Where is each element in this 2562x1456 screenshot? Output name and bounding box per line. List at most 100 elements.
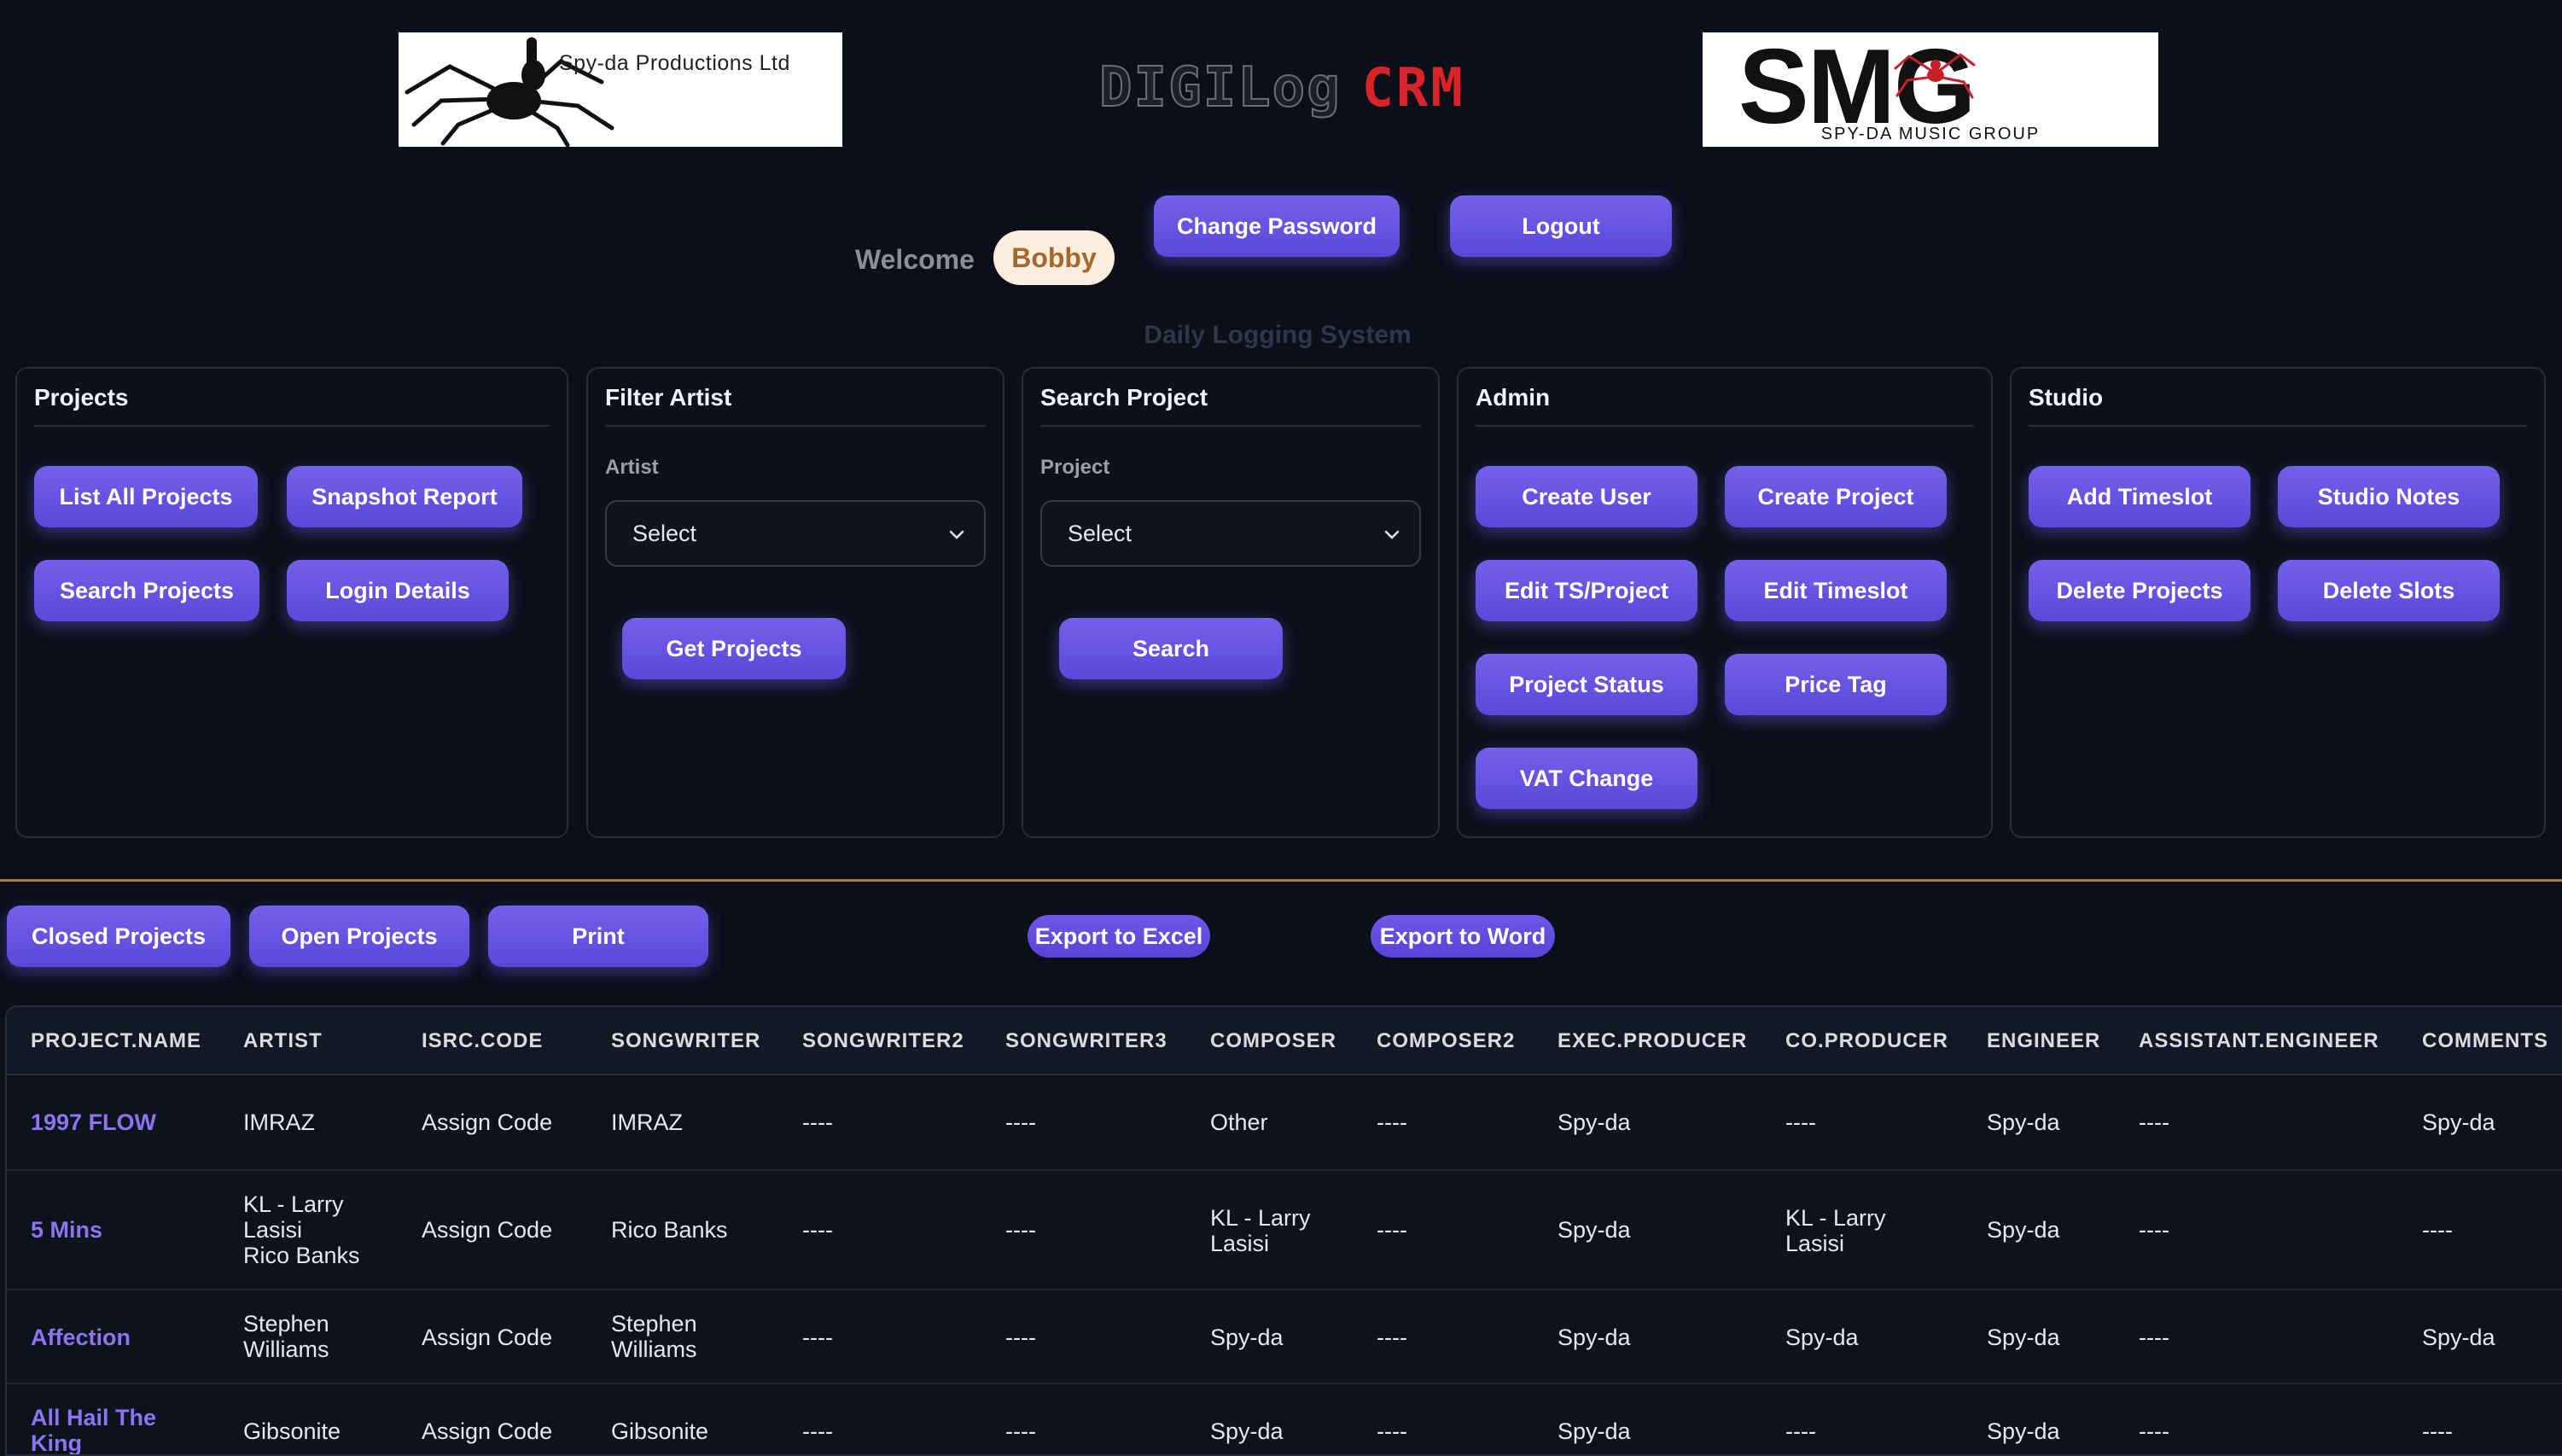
project-status-button[interactable]: Project Status [1476,654,1697,715]
open-projects-button[interactable]: Open Projects [249,906,469,967]
assistant-engineer-cell: ---- [2139,1325,2169,1350]
add-timeslot-button[interactable]: Add Timeslot [2029,466,2250,527]
artist-field-label: Artist [605,456,659,479]
isrc-code-cell: Assign Code [422,1418,553,1444]
comments-cell: Spy-da [2422,1325,2495,1350]
vat-change-button[interactable]: VAT Change [1476,748,1697,809]
composer2-cell: ---- [1377,1325,1407,1350]
project-name-link[interactable]: 1997 FLOW [31,1109,156,1135]
edit-timeslot-button[interactable]: Edit Timeslot [1725,560,1947,621]
export-excel-button[interactable]: Export to Excel [1028,915,1210,958]
panel-divider [2029,425,2527,427]
login-details-button[interactable]: Login Details [287,560,509,621]
spider-icon [405,37,614,147]
artist-cell: Gibsonite [243,1418,341,1444]
project-name-link[interactable]: Affection [31,1325,131,1350]
column-header[interactable]: SONGWRITER2 [802,1029,964,1053]
column-header[interactable]: ASSISTANT.ENGINEER [2139,1029,2379,1053]
songwriter3-cell: ---- [1005,1418,1036,1444]
project-select[interactable]: Select [1040,500,1421,567]
search-projects-button[interactable]: Search Projects [34,560,259,621]
filter-artist-panel-title: Filter Artist [605,384,732,411]
column-header[interactable]: SONGWRITER [611,1029,760,1053]
column-header[interactable]: ARTIST [243,1029,323,1053]
red-spider-icon [1894,53,1976,99]
assistant-engineer-cell: ---- [2139,1418,2169,1444]
project-name-link[interactable]: 5 Mins [31,1217,102,1243]
column-header[interactable]: PROJECT.NAME [31,1029,201,1053]
table-row: All Hail The King Gibsonite Assign Code G… [7,1384,2562,1454]
crm-logo-text: CRM [1361,56,1465,119]
project-name-link[interactable]: All Hail The King [31,1405,156,1454]
songwriter-cell: Rico Banks [611,1217,728,1243]
exec-producer-cell: Spy-da [1558,1418,1631,1444]
composer2-cell: ---- [1377,1217,1407,1243]
price-tag-button[interactable]: Price Tag [1725,654,1947,715]
engineer-cell: Spy-da [1987,1418,2060,1444]
composer2-cell: ---- [1377,1418,1407,1444]
table-row: Affection Stephen Williams Assign Code St… [7,1290,2562,1384]
assistant-engineer-cell: ---- [2139,1109,2169,1135]
column-header[interactable]: ENGINEER [1987,1029,2100,1053]
chevron-down-icon [949,530,964,539]
artist-select[interactable]: Select [605,500,986,567]
smg-logo: SMG SPY-DA MUSIC GROUP [1703,32,2158,147]
songwriter-cell: Gibsonite [611,1418,709,1444]
composer-cell: Spy-da [1210,1325,1284,1350]
songwriter3-cell: ---- [1005,1109,1036,1135]
songwriter3-cell: ---- [1005,1325,1036,1350]
column-header[interactable]: ISRC.CODE [422,1029,543,1053]
spyda-logo-text: Spy-da Productions Ltd [559,51,790,75]
composer-cell: Other [1210,1109,1268,1135]
column-header[interactable]: SONGWRITER3 [1005,1029,1167,1053]
change-password-button[interactable]: Change Password [1154,195,1400,257]
studio-panel-title: Studio [2029,384,2104,411]
comments-cell: ---- [2422,1217,2453,1243]
section-divider [0,879,2562,882]
project-field-label: Project [1040,456,1110,479]
list-all-projects-button[interactable]: List All Projects [34,466,258,527]
search-button[interactable]: Search [1059,618,1283,679]
get-projects-button[interactable]: Get Projects [622,618,846,679]
songwriter2-cell: ---- [802,1418,833,1444]
composer2-cell: ---- [1377,1109,1407,1135]
admin-panel-title: Admin [1476,384,1551,411]
spyda-productions-logo: Spy-da Productions Ltd [399,32,842,147]
chevron-down-icon [1384,530,1400,539]
username-badge: Bobby [993,230,1115,285]
export-word-button[interactable]: Export to Word [1371,915,1555,958]
exec-producer-cell: Spy-da [1558,1217,1631,1243]
print-button[interactable]: Print [488,906,708,967]
delete-projects-button[interactable]: Delete Projects [2029,560,2250,621]
exec-producer-cell: Spy-da [1558,1325,1631,1350]
create-project-button[interactable]: Create Project [1725,466,1947,527]
create-user-button[interactable]: Create User [1476,466,1697,527]
edit-ts-project-button[interactable]: Edit TS/Project [1476,560,1697,621]
songwriter3-cell: ---- [1005,1217,1036,1243]
songwriter2-cell: ---- [802,1217,833,1243]
smg-logo-tagline: SPY-DA MUSIC GROUP [1820,125,2041,143]
snapshot-report-button[interactable]: Snapshot Report [287,466,522,527]
column-header[interactable]: COMPOSER [1210,1029,1336,1053]
co-producer-cell: ---- [1785,1109,1816,1135]
column-header[interactable]: COMMENTS [2422,1029,2548,1053]
composer-cell: KL - Larry Lasisi [1210,1205,1311,1256]
column-header[interactable]: EXEC.PRODUCER [1558,1029,1747,1053]
panel-divider [34,425,550,427]
column-header[interactable]: CO.PRODUCER [1785,1029,1948,1053]
engineer-cell: Spy-da [1987,1109,2060,1135]
isrc-code-cell: Assign Code [422,1109,553,1135]
studio-notes-button[interactable]: Studio Notes [2278,466,2500,527]
logout-button[interactable]: Logout [1450,195,1672,257]
welcome-label: Welcome [855,244,975,275]
projects-table: PROJECT.NAME ARTIST ISRC.CODE SONGWRITER… [5,1005,2562,1456]
co-producer-cell: ---- [1785,1418,1816,1444]
songwriter2-cell: ---- [802,1109,833,1135]
delete-slots-button[interactable]: Delete Slots [2278,560,2500,621]
artist-select-value: Select [632,520,697,546]
exec-producer-cell: Spy-da [1558,1109,1631,1135]
co-producer-cell: Spy-da [1785,1325,1859,1350]
songwriter-cell: IMRAZ [611,1109,683,1135]
column-header[interactable]: COMPOSER2 [1377,1029,1515,1053]
closed-projects-button[interactable]: Closed Projects [7,906,230,967]
